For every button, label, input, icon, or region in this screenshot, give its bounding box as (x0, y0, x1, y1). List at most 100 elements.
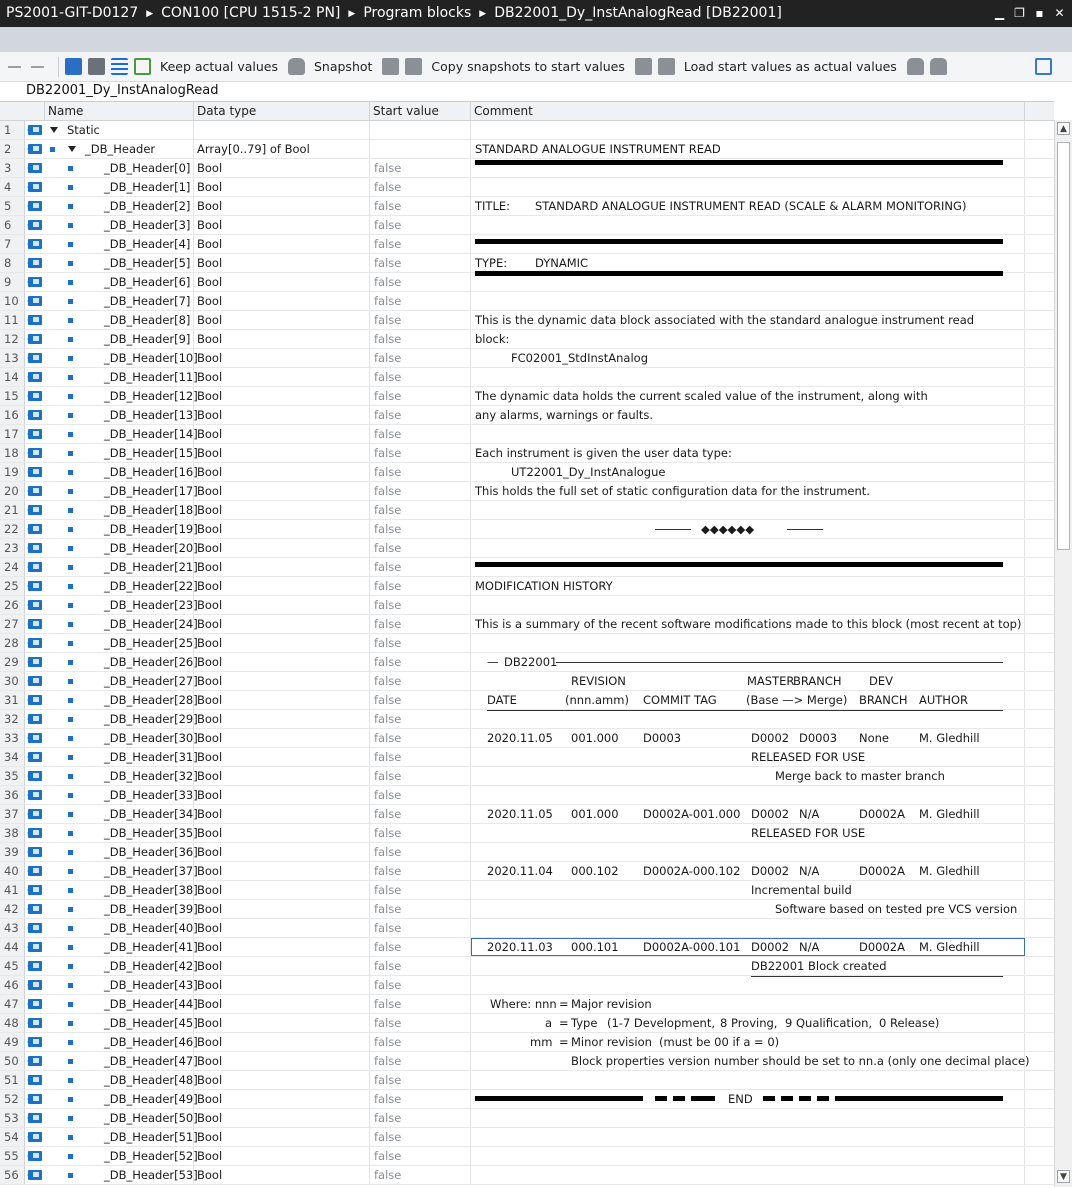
data-type-cell[interactable]: Bool (194, 938, 370, 956)
header-comment[interactable]: Comment (471, 102, 1025, 120)
data-type-cell[interactable]: Bool (194, 767, 370, 785)
start-value-cell[interactable]: false (370, 387, 471, 405)
data-type-cell[interactable]: Bool (194, 634, 370, 652)
start-value-cell[interactable]: false (370, 254, 471, 272)
table-row[interactable]: 56 _DB_Header[53] Bool false (0, 1166, 1054, 1185)
insert-row-icon[interactable] (6, 58, 23, 75)
keep-actual-values-button[interactable]: Keep actual values (160, 59, 278, 74)
data-type-cell[interactable]: Bool (194, 805, 370, 823)
list-view-icon[interactable] (111, 58, 128, 75)
data-type-cell[interactable]: Bool (194, 957, 370, 975)
scroll-up-icon[interactable]: ▲ (1057, 122, 1070, 135)
table-row[interactable]: 17 _DB_Header[14] Bool false (0, 425, 1054, 444)
add-row-icon[interactable] (29, 58, 46, 75)
table-row[interactable]: 8 _DB_Header[5] Bool false TYPE: DYNAMIC (0, 254, 1054, 276)
start-value-cell[interactable]: false (370, 501, 471, 519)
table-row[interactable]: 9 _DB_Header[6] Bool false (0, 273, 1054, 292)
table-row[interactable]: 41 _DB_Header[38] Bool false Incremental bui… (0, 881, 1054, 900)
comment-cell[interactable] (471, 634, 1025, 652)
table-row[interactable]: 50 _DB_Header[47] Bool false Block propertie… (0, 1052, 1054, 1071)
load-db-icon[interactable] (906, 58, 924, 75)
start-value-cell[interactable]: false (370, 691, 471, 709)
table-row[interactable]: 51 _DB_Header[48] Bool false (0, 1071, 1054, 1090)
name-cell[interactable]: _DB_Header[14] (45, 425, 198, 443)
start-value-cell[interactable]: false (370, 1014, 471, 1032)
start-value-cell[interactable]: false (370, 444, 471, 462)
comment-cell[interactable] (471, 710, 1025, 728)
comment-cell[interactable]: This is a summary of the recent software… (471, 615, 1025, 633)
comment-cell[interactable]: block: (471, 330, 1025, 348)
monitor-icon[interactable] (134, 58, 151, 75)
name-cell[interactable]: _DB_Header[36] (45, 843, 198, 861)
start-value-cell[interactable]: false (370, 463, 471, 481)
table-row[interactable]: 52 _DB_Header[49] Bool false END (0, 1090, 1054, 1109)
data-type-cell[interactable]: Bool (194, 995, 370, 1013)
data-type-cell[interactable]: Bool (194, 729, 370, 747)
comment-cell[interactable]: The dynamic data holds the current scale… (471, 387, 1025, 405)
name-cell[interactable]: _DB_Header[21] (45, 558, 198, 576)
comment-cell[interactable]: This holds the full set of static config… (471, 482, 1025, 500)
comment-cell[interactable] (471, 501, 1025, 519)
data-type-cell[interactable]: Bool (194, 311, 370, 329)
table-row[interactable]: 6 _DB_Header[3] Bool false (0, 216, 1054, 235)
table-row[interactable]: 25 _DB_Header[22] Bool false MODIFICATION HI… (0, 577, 1054, 596)
data-type-cell[interactable]: Bool (194, 1128, 370, 1146)
scroll-thumb[interactable] (1057, 142, 1070, 550)
data-type-cell[interactable]: Bool (194, 615, 370, 633)
table-row[interactable]: 48 _DB_Header[45] Bool false a = Type (1-7 Deve… (0, 1014, 1054, 1033)
data-type-cell[interactable]: Bool (194, 368, 370, 386)
copy-snapshot-icon[interactable] (382, 58, 400, 75)
name-cell[interactable]: _DB_Header[32] (45, 767, 198, 785)
name-cell[interactable]: _DB_Header[4] (45, 235, 194, 253)
start-value-cell[interactable]: false (370, 653, 471, 671)
start-value-cell[interactable]: false (370, 596, 471, 614)
data-type-cell[interactable]: Bool (194, 292, 370, 310)
comment-cell[interactable]: — DB22001 (471, 653, 1025, 671)
name-cell[interactable]: _DB_Header[6] (45, 273, 194, 291)
name-cell[interactable]: _DB_Header[29] (45, 710, 198, 728)
name-cell[interactable]: _DB_Header[30] (45, 729, 198, 747)
comment-cell[interactable] (471, 1166, 1025, 1184)
name-cell[interactable]: _DB_Header[11] (45, 368, 198, 386)
name-cell[interactable]: _DB_Header[19] (45, 520, 198, 538)
data-type-cell[interactable]: Bool (194, 577, 370, 595)
start-value-cell[interactable]: false (370, 976, 471, 994)
comment-cell[interactable]: TYPE: DYNAMIC (471, 254, 1025, 276)
start-value-cell[interactable]: false (370, 1071, 471, 1089)
name-cell[interactable]: _DB_Header[22] (45, 577, 198, 595)
data-type-cell[interactable]: Bool (194, 1052, 370, 1070)
start-value-cell[interactable]: false (370, 311, 471, 329)
load-start-icon[interactable] (634, 58, 652, 75)
start-value-cell[interactable]: false (370, 368, 471, 386)
name-cell[interactable]: _DB_Header[1] (45, 178, 194, 196)
start-value-cell[interactable]: false (370, 216, 471, 234)
name-cell[interactable]: _DB_Header[2] (45, 197, 194, 215)
table-row[interactable]: 47 _DB_Header[44] Bool false Where: nnn = Majo… (0, 995, 1054, 1014)
start-value-cell[interactable] (370, 121, 471, 139)
data-type-cell[interactable]: Bool (194, 1109, 370, 1127)
name-cell[interactable]: _DB_Header[28] (45, 691, 198, 709)
start-value-cell[interactable]: false (370, 957, 471, 975)
comment-cell[interactable]: a = Type (1-7 Development, 8 Proving, 9 Quali… (471, 1014, 1025, 1032)
name-cell[interactable]: _DB_Header[17] (45, 482, 198, 500)
data-type-cell[interactable]: Bool (194, 197, 370, 215)
table-row[interactable]: 39 _DB_Header[36] Bool false (0, 843, 1054, 862)
comment-cell[interactable] (471, 843, 1025, 861)
start-value-cell[interactable]: false (370, 292, 471, 310)
table-row[interactable]: 42 _DB_Header[39] Bool false Software based … (0, 900, 1054, 919)
comment-cell[interactable] (471, 1071, 1025, 1089)
comment-cell[interactable]: Each instrument is given the user data t… (471, 444, 1025, 462)
comment-cell[interactable] (471, 159, 1025, 177)
start-value-cell[interactable]: false (370, 330, 471, 348)
comment-cell[interactable]: ◆◆◆◆◆◆ (471, 520, 1025, 538)
name-cell[interactable]: _DB_Header[46] (45, 1033, 198, 1051)
table-row[interactable]: 27 _DB_Header[24] Bool false This is a summa… (0, 615, 1054, 634)
data-type-cell[interactable]: Bool (194, 558, 370, 576)
start-value-cell[interactable]: false (370, 558, 471, 576)
comment-cell[interactable]: RELEASED FOR USE (471, 748, 1025, 766)
start-value-cell[interactable]: false (370, 520, 471, 538)
vertical-scrollbar[interactable]: ▲ ▼ (1054, 120, 1072, 1187)
start-value-cell[interactable]: false (370, 748, 471, 766)
table-row[interactable]: 31 _DB_Header[28] Bool false DATE (nnn.amm) CO… (0, 691, 1054, 711)
table-row[interactable]: 24 _DB_Header[21] Bool false (0, 558, 1054, 577)
